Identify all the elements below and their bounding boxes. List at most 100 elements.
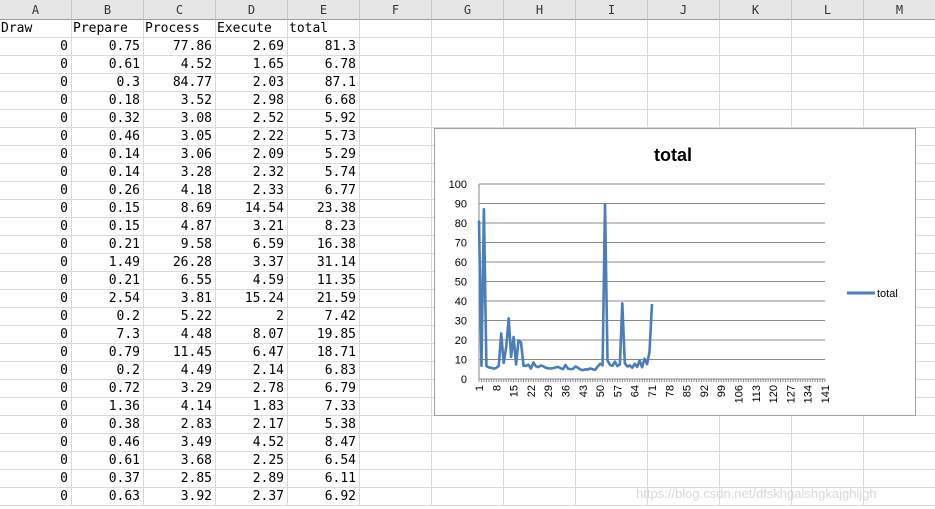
data-cell[interactable] bbox=[504, 488, 576, 506]
data-cell[interactable] bbox=[792, 92, 864, 110]
data-cell[interactable]: 8.23 bbox=[288, 218, 360, 236]
data-cell[interactable] bbox=[432, 434, 504, 452]
data-cell[interactable]: 2.32 bbox=[216, 164, 288, 182]
data-cell[interactable]: 6.47 bbox=[216, 344, 288, 362]
data-cell[interactable]: 6.54 bbox=[288, 452, 360, 470]
data-cell[interactable]: 4.18 bbox=[144, 182, 216, 200]
data-cell[interactable] bbox=[360, 38, 432, 56]
header-cell[interactable]: total bbox=[288, 20, 360, 38]
data-cell[interactable]: 2 bbox=[216, 308, 288, 326]
data-cell[interactable]: 0 bbox=[0, 308, 72, 326]
data-cell[interactable]: 8.07 bbox=[216, 326, 288, 344]
data-cell[interactable]: 3.49 bbox=[144, 434, 216, 452]
data-cell[interactable] bbox=[864, 92, 935, 110]
data-cell[interactable] bbox=[864, 38, 935, 56]
data-cell[interactable]: 2.52 bbox=[216, 110, 288, 128]
column-header-l[interactable]: L bbox=[792, 0, 864, 20]
data-cell[interactable]: 18.71 bbox=[288, 344, 360, 362]
data-cell[interactable]: 0 bbox=[0, 218, 72, 236]
data-cell[interactable]: 0.61 bbox=[72, 56, 144, 74]
data-cell[interactable]: 0 bbox=[0, 452, 72, 470]
data-cell[interactable] bbox=[360, 488, 432, 506]
data-cell[interactable]: 2.69 bbox=[216, 38, 288, 56]
data-cell[interactable] bbox=[504, 470, 576, 488]
data-cell[interactable]: 6.77 bbox=[288, 182, 360, 200]
data-cell[interactable]: 0 bbox=[0, 56, 72, 74]
data-cell[interactable]: 3.28 bbox=[144, 164, 216, 182]
data-cell[interactable]: 2.33 bbox=[216, 182, 288, 200]
data-cell[interactable] bbox=[432, 488, 504, 506]
data-cell[interactable] bbox=[576, 434, 648, 452]
data-cell[interactable]: 21.59 bbox=[288, 290, 360, 308]
data-cell[interactable]: 0 bbox=[0, 146, 72, 164]
data-cell[interactable] bbox=[720, 434, 792, 452]
data-cell[interactable] bbox=[432, 452, 504, 470]
data-cell[interactable]: 5.22 bbox=[144, 308, 216, 326]
data-cell[interactable]: 6.68 bbox=[288, 92, 360, 110]
data-cell[interactable]: 0 bbox=[0, 254, 72, 272]
data-cell[interactable]: 3.21 bbox=[216, 218, 288, 236]
data-cell[interactable]: 0 bbox=[0, 290, 72, 308]
data-cell[interactable]: 0 bbox=[0, 164, 72, 182]
data-cell[interactable]: 2.78 bbox=[216, 380, 288, 398]
data-cell[interactable]: 6.11 bbox=[288, 470, 360, 488]
data-cell[interactable]: 0 bbox=[0, 362, 72, 380]
header-cell[interactable]: Execute bbox=[216, 20, 288, 38]
data-cell[interactable]: 1.49 bbox=[72, 254, 144, 272]
spreadsheet-grid[interactable]: ABCDEFGHIJKLM Draw Prepare Process Execute t… bbox=[0, 0, 935, 509]
data-cell[interactable]: 0 bbox=[0, 272, 72, 290]
data-cell[interactable]: 0.14 bbox=[72, 164, 144, 182]
data-cell[interactable] bbox=[432, 56, 504, 74]
data-cell[interactable] bbox=[576, 38, 648, 56]
data-cell[interactable] bbox=[792, 56, 864, 74]
data-cell[interactable]: 0 bbox=[0, 488, 72, 506]
data-cell[interactable]: 0.21 bbox=[72, 272, 144, 290]
data-cell[interactable]: 0.14 bbox=[72, 146, 144, 164]
data-cell[interactable]: 2.54 bbox=[72, 290, 144, 308]
data-cell[interactable] bbox=[360, 344, 432, 362]
data-cell[interactable]: 6.78 bbox=[288, 56, 360, 74]
data-cell[interactable]: 6.92 bbox=[288, 488, 360, 506]
data-cell[interactable]: 4.59 bbox=[216, 272, 288, 290]
column-header-d[interactable]: D bbox=[216, 0, 288, 20]
data-cell[interactable] bbox=[648, 452, 720, 470]
data-cell[interactable] bbox=[576, 110, 648, 128]
data-cell[interactable] bbox=[504, 56, 576, 74]
data-cell[interactable]: 3.29 bbox=[144, 380, 216, 398]
data-cell[interactable]: 4.87 bbox=[144, 218, 216, 236]
data-cell[interactable] bbox=[648, 38, 720, 56]
data-cell[interactable] bbox=[792, 416, 864, 434]
data-cell[interactable]: 0 bbox=[0, 326, 72, 344]
data-cell[interactable] bbox=[432, 38, 504, 56]
data-cell[interactable] bbox=[504, 110, 576, 128]
data-cell[interactable]: 3.08 bbox=[144, 110, 216, 128]
data-cell[interactable] bbox=[576, 416, 648, 434]
data-cell[interactable] bbox=[432, 74, 504, 92]
data-cell[interactable] bbox=[360, 398, 432, 416]
column-header-f[interactable]: F bbox=[360, 0, 432, 20]
data-cell[interactable] bbox=[360, 74, 432, 92]
data-cell[interactable]: 7.33 bbox=[288, 398, 360, 416]
data-cell[interactable] bbox=[360, 200, 432, 218]
data-cell[interactable] bbox=[864, 434, 935, 452]
data-cell[interactable]: 3.68 bbox=[144, 452, 216, 470]
data-cell[interactable] bbox=[648, 56, 720, 74]
data-cell[interactable] bbox=[576, 452, 648, 470]
data-cell[interactable]: 16.38 bbox=[288, 236, 360, 254]
total-line-chart[interactable]: total 0 10 20 30 40 50 60 70 80 90 100 1 8 15 22 29 36 43 5… bbox=[434, 128, 916, 416]
data-cell[interactable] bbox=[360, 164, 432, 182]
data-cell[interactable]: 5.92 bbox=[288, 110, 360, 128]
data-cell[interactable] bbox=[648, 110, 720, 128]
data-cell[interactable] bbox=[360, 326, 432, 344]
data-cell[interactable] bbox=[792, 434, 864, 452]
data-cell[interactable]: 3.52 bbox=[144, 92, 216, 110]
data-cell[interactable] bbox=[720, 92, 792, 110]
column-header-j[interactable]: J bbox=[648, 0, 720, 20]
data-cell[interactable] bbox=[648, 92, 720, 110]
column-header-m[interactable]: M bbox=[864, 0, 935, 20]
data-cell[interactable] bbox=[360, 146, 432, 164]
data-cell[interactable]: 0 bbox=[0, 434, 72, 452]
data-cell[interactable]: 4.48 bbox=[144, 326, 216, 344]
data-cell[interactable]: 7.42 bbox=[288, 308, 360, 326]
data-cell[interactable] bbox=[360, 362, 432, 380]
